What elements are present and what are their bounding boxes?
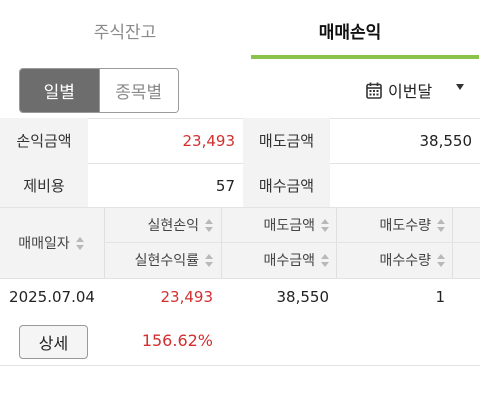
sort-icon	[321, 218, 329, 232]
calendar-icon	[366, 82, 382, 99]
col-header-buy-qty-label: 매수수량	[379, 253, 431, 269]
divider	[452, 208, 453, 278]
fee-label: 제비용	[0, 163, 88, 208]
profit-label: 손익금액	[0, 118, 88, 163]
daily-segment-button[interactable]: 일별	[20, 69, 99, 112]
period-dropdown[interactable]: 이번달	[366, 78, 464, 102]
active-tab-indicator	[251, 55, 479, 59]
row-buy-qty	[336, 325, 445, 355]
sort-icon	[205, 218, 213, 232]
col-header-realized-pl[interactable]: 실현손익	[104, 209, 213, 241]
sort-icon	[437, 253, 445, 267]
col-header-sell-qty[interactable]: 매도수량	[336, 209, 445, 241]
col-header-realized-rate-label: 실현수익률	[134, 253, 199, 269]
col-header-buy-qty[interactable]: 매수수량	[336, 244, 445, 276]
row-date: 2025.07.04	[9, 288, 95, 306]
summary-panel: 손익금액 23,493 매도금액 38,550 제비용 57 매수금액	[0, 118, 480, 208]
sort-icon	[75, 236, 84, 250]
fee-value: 57	[215, 176, 235, 195]
top-tab-bar: 주식잔고 매매손익	[0, 0, 480, 60]
chevron-down-icon	[456, 84, 464, 90]
divider	[104, 242, 480, 243]
row-buy-amount	[221, 325, 329, 355]
col-header-sell-amount[interactable]: 매도금액	[221, 209, 329, 241]
row-realized-rate: 156.62%	[141, 330, 213, 350]
row-sell-qty: 1	[435, 288, 445, 306]
col-header-buy-amount[interactable]: 매수금액	[221, 244, 329, 276]
sort-icon	[321, 253, 329, 267]
view-mode-segmented-control: 일별 종목별	[19, 68, 179, 113]
buy-amount-label: 매수금액	[243, 163, 330, 208]
row-realized-pl: 23,493	[160, 288, 214, 306]
col-header-buy-amount-label: 매수금액	[263, 253, 315, 269]
col-header-realized-rate[interactable]: 실현수익률	[104, 244, 213, 276]
sort-icon	[437, 218, 445, 232]
row-sell-amount: 38,550	[276, 288, 330, 306]
sort-icon	[205, 253, 213, 267]
tab-stock-balance[interactable]: 주식잔고	[60, 18, 190, 43]
sell-amount-label: 매도금액	[243, 118, 330, 163]
detail-button[interactable]: 상세	[19, 325, 88, 359]
buy-amount-value	[330, 163, 480, 208]
col-header-date[interactable]: 매매일자	[0, 226, 102, 260]
sell-amount-value: 38,550	[419, 131, 473, 150]
col-header-sell-amount-label: 매도금액	[263, 218, 315, 234]
period-label: 이번달	[388, 82, 433, 101]
col-header-sell-qty-label: 매도수량	[379, 218, 431, 234]
col-header-realized-pl-label: 실현손익	[147, 218, 199, 234]
col-header-date-label: 매매일자	[18, 236, 70, 252]
by-stock-segment-button[interactable]: 종목별	[98, 69, 178, 112]
profit-value: 23,493	[182, 131, 236, 150]
divider	[0, 278, 480, 279]
tab-trade-profit-loss[interactable]: 매매손익	[280, 18, 420, 43]
divider	[0, 365, 480, 366]
